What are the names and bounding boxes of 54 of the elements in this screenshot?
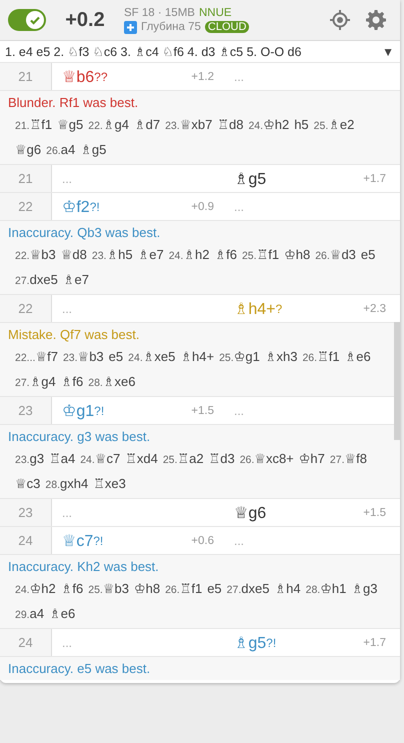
move-cell[interactable]: ♗g5?! +1.7 [224,629,396,656]
move-comment: Inaccuracy. Kh2 was best. [8,558,160,576]
nnue-label: NNUE [198,6,232,18]
move-eval: +0.9 [191,200,214,212]
move-number: 21 [0,63,52,90]
move-number: 24 [0,629,52,656]
move-eval: +1.7 [363,636,386,648]
move-eval: +0.6 [191,534,214,546]
move-comment: Blunder. Rf1 was best. [8,94,140,112]
move-eval: +1.2 [191,70,214,82]
empty-move: ... [62,302,72,316]
move-eval: +1.7 [363,172,386,184]
cloud-badge: CLOUD [204,21,250,33]
empty-move: ... [234,200,244,214]
move-cell[interactable]: ♗g5 +1.7 [224,165,396,192]
variation-line[interactable]: 22...♕f7 23.♕b3 e5 24.♗xe5 ♗h4+ 25.♔g1 ♗xh3 26.♖f1 ♗e6 27.♗g4 ♗f6 28.♗xe6 [8,344,392,394]
depth-label: Глубина 75 [141,21,201,33]
move-number: 22 [0,193,52,220]
evaluation: +0.2 [64,8,106,32]
move-cell[interactable]: ♕b6?? +1.2 [52,63,224,90]
caret-icon[interactable]: ▼ [382,44,394,58]
move-eval: +1.5 [363,506,386,518]
empty-move: ... [62,506,72,520]
move-eval: +2.3 [363,302,386,314]
move-eval: +1.5 [191,404,214,416]
variation-line[interactable]: 21.♖f1 ♕g5 22.♗g4 ♗d7 23.♕xb7 ♖d8 24.♔h2 h5 25.♗e2 ♕g6 26.a4 ♗g5 [8,112,392,162]
move-cell[interactable]: ♔g1?! +1.5 [52,397,224,424]
empty-move: ... [234,534,244,548]
plus-icon[interactable] [124,20,137,34]
move-cell[interactable]: ♕g6 +1.5 [224,499,396,526]
settings-icon[interactable] [366,10,386,30]
variation-line[interactable]: 24.♔h2 ♗f6 25.♕b3 ♔h8 26.♖f1 e5 27.dxe5 ♗h4 28.♔h1 ♗g3 29.a4 ♗e6 [8,576,392,626]
variation-line[interactable]: 23.g3 ♖a4 24.♕c7 ♖xd4 25.♖a2 ♖d3 26.♕xc8+ ♔h7 27.♕f8 ♕c3 28.gxh4 ♖xe3 [8,446,392,496]
variation-line[interactable]: 22.♕b3 ♕d8 23.♗h5 ♗e7 24.♗h2 ♗f6 25.♖f1 ♔h8 26.♕d3 e5 27.dxe5 ♗e7 [8,242,392,292]
move-number: 22 [0,295,52,322]
move-comment: Inaccuracy. Qb3 was best. [8,224,162,242]
move-cell[interactable]: ♔f2?! +0.9 [52,193,224,220]
move-comment: Mistake. Qf7 was best. [8,326,140,344]
empty-move: ... [62,172,72,186]
move-comment: Inaccuracy. e5 was best. [8,660,152,678]
engine-toggle[interactable] [8,9,46,31]
target-icon[interactable] [330,10,350,30]
empty-move: ... [234,70,244,84]
move-comment: Inaccuracy. g3 was best. [8,428,152,446]
move-number: 23 [0,397,52,424]
empty-move: ... [62,636,72,650]
engine-name: SF 18 · 15MB [124,6,195,18]
opening-moves[interactable]: 1. e4 e5 2. ♘f3 ♘c6 3. ♗c4 ♘f6 4. d3 ♗c5 5. O-O d6 [5,44,382,59]
move-number: 24 [0,527,52,554]
move-number: 21 [0,165,52,192]
scrollbar[interactable] [394,322,400,440]
empty-move: ... [234,404,244,418]
move-cell[interactable]: ♕c7?! +0.6 [52,527,224,554]
move-number: 23 [0,499,52,526]
